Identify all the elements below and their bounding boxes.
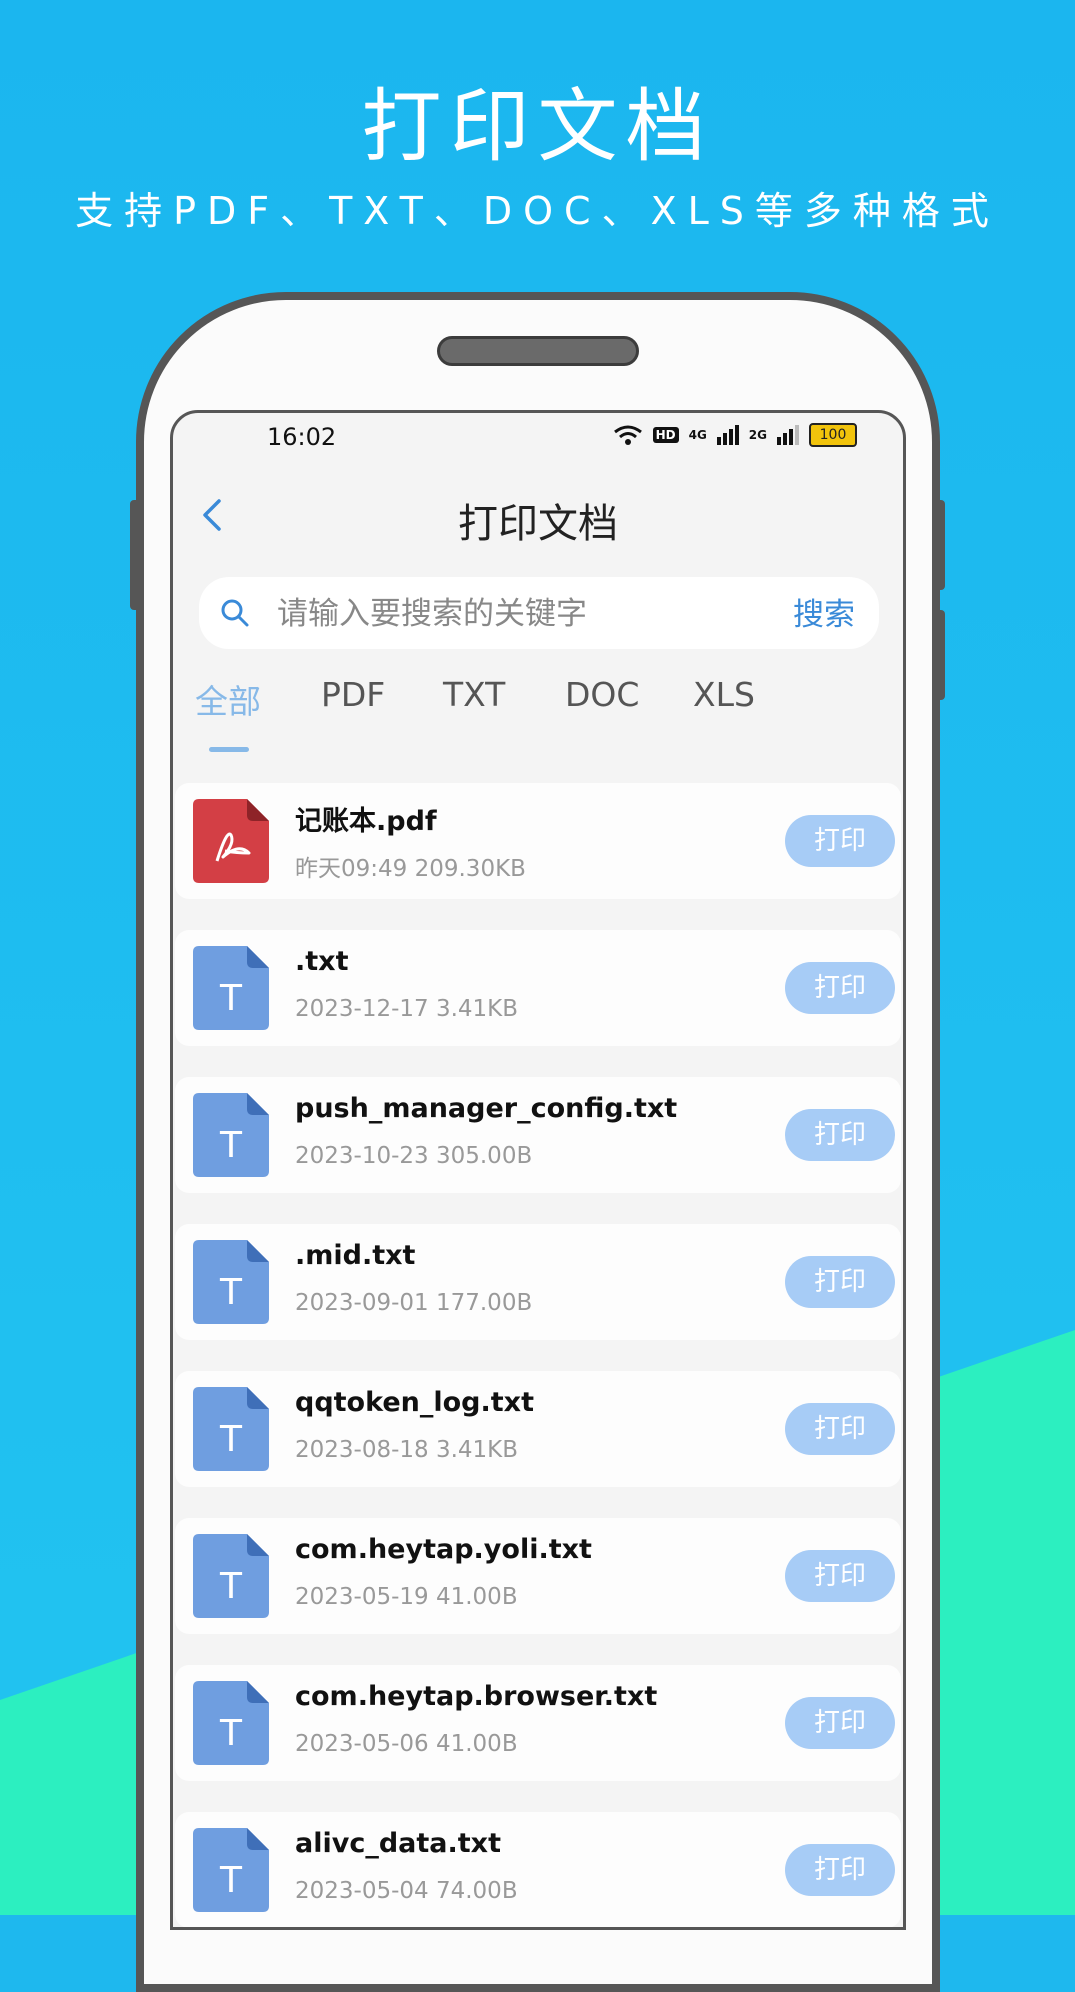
- txt-letter: T: [219, 1272, 243, 1313]
- print-button[interactable]: 打印: [785, 962, 895, 1014]
- txt-file-icon: T: [193, 1681, 269, 1765]
- print-button[interactable]: 打印: [785, 1550, 895, 1602]
- file-name: com.heytap.yoli.txt: [295, 1534, 592, 1565]
- txt-letter: T: [219, 1860, 243, 1901]
- file-meta: 昨天09:49 209.30KB: [295, 856, 526, 882]
- list-item[interactable]: T com.heytap.browser.txt 2023-05-06 41.0…: [175, 1665, 901, 1781]
- txt-file-icon: T: [193, 946, 269, 1030]
- print-button[interactable]: 打印: [785, 1256, 895, 1308]
- signal-icon: [716, 425, 739, 445]
- search-icon: [221, 599, 249, 627]
- file-meta: 2023-10-23 305.00B: [295, 1143, 533, 1169]
- net-4g-label: 4G: [688, 428, 707, 442]
- file-name: 记账本.pdf: [295, 806, 437, 837]
- tab-doc[interactable]: DOC: [565, 675, 639, 714]
- promo-title: 打印文档: [361, 80, 714, 173]
- phone-screen: 16:02 HD 4G 2G 100 打印文档 请输入要搜索的关键字 搜索 全部…: [170, 410, 906, 1930]
- battery-icon: 100: [809, 423, 857, 447]
- file-name: qqtoken_log.txt: [295, 1387, 534, 1418]
- status-bar: 16:02 HD 4G 2G 100: [173, 413, 903, 463]
- tab-pdf[interactable]: PDF: [321, 675, 385, 714]
- search-bar: 搜索: [199, 577, 879, 649]
- list-item[interactable]: T .txt 2023-12-17 3.41KB 打印: [175, 930, 901, 1046]
- txt-letter: T: [219, 978, 243, 1019]
- category-tabs: 全部 PDF TXT DOC XLS: [173, 675, 903, 765]
- list-item[interactable]: T com.heytap.yoli.txt 2023-05-19 41.00B …: [175, 1518, 901, 1634]
- txt-file-icon: T: [193, 1240, 269, 1324]
- print-button[interactable]: 打印: [785, 1109, 895, 1161]
- file-name: com.heytap.browser.txt: [295, 1681, 658, 1712]
- active-tab-indicator: [209, 747, 249, 752]
- file-meta: 2023-12-17 3.41KB: [295, 996, 519, 1022]
- txt-letter: T: [219, 1125, 243, 1166]
- file-meta: 2023-09-01 177.00B: [295, 1290, 533, 1316]
- txt-letter: T: [219, 1419, 243, 1460]
- file-meta: 2023-05-06 41.00B: [295, 1731, 518, 1757]
- status-icons: HD 4G 2G 100: [613, 423, 857, 447]
- print-button[interactable]: 打印: [785, 1844, 895, 1896]
- nav-bar: 打印文档: [173, 463, 903, 563]
- tab-xls[interactable]: XLS: [693, 675, 755, 714]
- file-meta: 2023-05-04 74.00B: [295, 1878, 518, 1904]
- print-button[interactable]: 打印: [785, 815, 895, 867]
- list-item[interactable]: T alivc_data.txt 2023-05-04 74.00B 打印: [175, 1812, 901, 1927]
- search-button[interactable]: 搜索: [793, 589, 855, 634]
- list-item[interactable]: T .mid.txt 2023-09-01 177.00B 打印: [175, 1224, 901, 1340]
- signal-icon: [777, 425, 799, 445]
- phone-speaker: [437, 336, 639, 366]
- list-item[interactable]: T push_manager_config.txt 2023-10-23 305…: [175, 1077, 901, 1193]
- status-time: 16:02: [267, 423, 337, 451]
- list-item[interactable]: 记账本.pdf 昨天09:49 209.30KB 打印: [175, 783, 901, 899]
- phone-side-button: [130, 500, 140, 610]
- txt-letter: T: [219, 1713, 243, 1754]
- print-button[interactable]: 打印: [785, 1403, 895, 1455]
- promo-subtitle: 支持PDF、TXT、DOC、XLS等多种格式: [75, 189, 1000, 233]
- file-meta: 2023-08-18 3.41KB: [295, 1437, 519, 1463]
- print-button[interactable]: 打印: [785, 1697, 895, 1749]
- search-input[interactable]: [275, 587, 759, 641]
- txt-letter: T: [219, 1566, 243, 1607]
- wifi-icon: [613, 425, 642, 445]
- phone-side-button: [935, 500, 945, 590]
- file-name: alivc_data.txt: [295, 1828, 501, 1859]
- phone-side-button: [935, 610, 945, 700]
- file-meta: 2023-05-19 41.00B: [295, 1584, 518, 1610]
- file-name: .txt: [295, 946, 349, 977]
- file-name: push_manager_config.txt: [295, 1093, 678, 1124]
- net-2g-label: 2G: [748, 428, 767, 442]
- txt-file-icon: T: [193, 1093, 269, 1177]
- list-item[interactable]: T qqtoken_log.txt 2023-08-18 3.41KB 打印: [175, 1371, 901, 1487]
- tab-all[interactable]: 全部: [195, 675, 261, 723]
- pdf-file-icon: [193, 799, 269, 883]
- file-name: .mid.txt: [295, 1240, 416, 1271]
- txt-file-icon: T: [193, 1387, 269, 1471]
- page-title: 打印文档: [458, 501, 618, 547]
- hd-badge: HD: [652, 427, 679, 443]
- tab-txt[interactable]: TXT: [443, 675, 505, 714]
- txt-file-icon: T: [193, 1534, 269, 1618]
- txt-file-icon: T: [193, 1828, 269, 1912]
